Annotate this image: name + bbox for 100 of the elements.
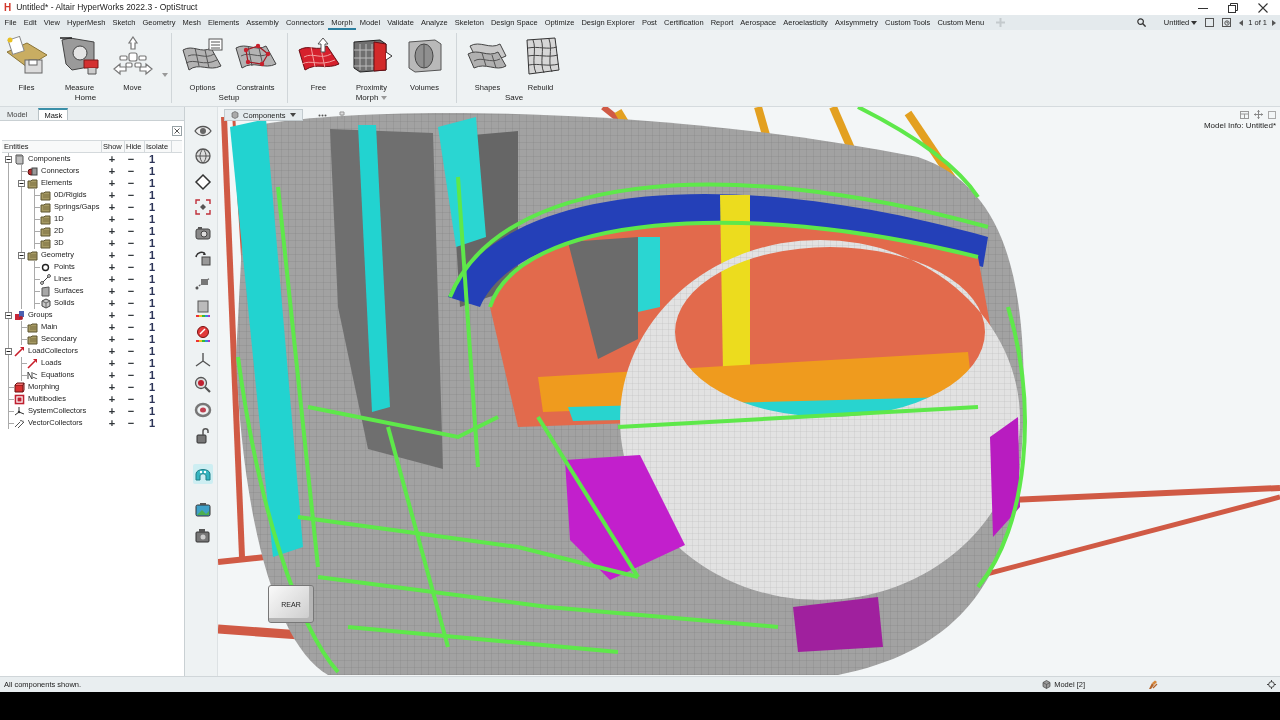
hide-button[interactable]: − [125, 225, 137, 237]
show-button[interactable]: + [106, 189, 118, 201]
hide-button[interactable]: − [125, 153, 137, 165]
square-icon[interactable] [1205, 18, 1215, 27]
show-button[interactable]: + [106, 153, 118, 165]
isolate-button[interactable]: 1 [146, 189, 158, 201]
show-button[interactable]: + [106, 345, 118, 357]
pin-icon[interactable] [338, 111, 346, 119]
hide-button[interactable]: − [125, 297, 137, 309]
hide-button[interactable]: − [125, 177, 137, 189]
isolate-button[interactable]: 1 [146, 345, 158, 357]
hide-button[interactable]: − [125, 417, 137, 429]
hide-button[interactable]: − [125, 285, 137, 297]
show-button[interactable]: + [106, 333, 118, 345]
hide-button[interactable]: − [125, 405, 137, 417]
restore-icon[interactable] [1228, 2, 1238, 13]
show-button[interactable]: + [106, 237, 118, 249]
next-page-icon[interactable] [1272, 19, 1276, 26]
isolate-button[interactable]: 1 [146, 237, 158, 249]
prev-page-icon[interactable] [1239, 19, 1244, 26]
window-title: Untitled* - Altair HyperWorks 2022.3 - OptiStruct [16, 2, 198, 13]
hide-button[interactable]: − [125, 249, 137, 261]
isolate-button[interactable]: 1 [146, 153, 158, 165]
globe-icon[interactable] [192, 146, 213, 167]
isolate-button[interactable]: 1 [146, 309, 158, 321]
show-button[interactable]: + [106, 225, 118, 237]
close-icon[interactable] [172, 125, 182, 136]
isolate-button[interactable]: 1 [146, 405, 158, 417]
brush-icon[interactable] [1148, 679, 1158, 690]
hide-button[interactable]: − [125, 237, 137, 249]
arch-icon[interactable] [192, 464, 213, 485]
show-button[interactable]: + [106, 261, 118, 273]
close-icon[interactable] [1258, 2, 1268, 13]
show-button[interactable]: + [106, 201, 118, 213]
isolate-button[interactable]: 1 [146, 357, 158, 369]
isolate-button[interactable]: 1 [146, 297, 158, 309]
isolate-button[interactable]: 1 [146, 417, 158, 429]
show-button[interactable]: + [106, 369, 118, 381]
show-button[interactable]: + [106, 321, 118, 333]
hide-button[interactable]: − [125, 201, 137, 213]
hide-button[interactable]: − [125, 261, 137, 273]
show-button[interactable]: + [106, 213, 118, 225]
show-button[interactable]: + [106, 273, 118, 285]
hide-button[interactable]: − [125, 189, 137, 201]
hide-button[interactable]: − [125, 309, 137, 321]
hide-button[interactable]: − [125, 369, 137, 381]
collapse-icon[interactable] [17, 179, 25, 187]
hide-button[interactable]: − [125, 357, 137, 369]
show-button[interactable]: + [106, 417, 118, 429]
pan-icon[interactable] [1254, 110, 1263, 119]
isolate-button[interactable]: 1 [146, 393, 158, 405]
collapse-icon[interactable] [4, 311, 12, 319]
collapse-icon[interactable] [17, 251, 25, 259]
hide-button[interactable]: − [125, 345, 137, 357]
diamond-icon[interactable] [192, 171, 213, 192]
isolate-button[interactable]: 1 [146, 285, 158, 297]
show-button[interactable]: + [106, 285, 118, 297]
crosshair-icon[interactable] [1267, 680, 1276, 689]
isolate-button[interactable]: 1 [146, 249, 158, 261]
isolate-button[interactable]: 1 [146, 273, 158, 285]
show-button[interactable]: + [106, 405, 118, 417]
hide-button[interactable]: − [125, 381, 137, 393]
isolate-button[interactable]: 1 [146, 333, 158, 345]
more-icon[interactable] [318, 114, 327, 117]
search-icon[interactable] [1136, 18, 1146, 27]
isolate-button[interactable]: 1 [146, 165, 158, 177]
hide-button[interactable]: − [125, 321, 137, 333]
isolate-button[interactable]: 1 [146, 381, 158, 393]
show-button[interactable]: + [106, 249, 118, 261]
isolate-button[interactable]: 1 [146, 321, 158, 333]
layout-icon[interactable] [1240, 111, 1249, 119]
show-button[interactable]: + [106, 297, 118, 309]
hide-button[interactable]: − [125, 273, 137, 285]
magnifier-icon[interactable] [192, 374, 213, 395]
isolate-button[interactable]: 1 [146, 369, 158, 381]
files-icon [4, 36, 49, 76]
show-button[interactable]: + [106, 177, 118, 189]
history-icon[interactable] [1222, 18, 1232, 27]
isolate-button[interactable]: 1 [146, 177, 158, 189]
isolate-button[interactable]: 1 [146, 225, 158, 237]
show-button[interactable]: + [106, 165, 118, 177]
show-button[interactable]: + [106, 381, 118, 393]
isolate-button[interactable]: 1 [146, 201, 158, 213]
collapse-icon[interactable] [4, 347, 12, 355]
hide-button[interactable]: − [125, 393, 137, 405]
model-info: Model Info: Untitled* [1203, 121, 1276, 130]
focus-icon[interactable] [192, 197, 213, 218]
ribbon-group-label: Save [504, 93, 524, 103]
isolate-button[interactable]: 1 [146, 261, 158, 273]
show-button[interactable]: + [106, 357, 118, 369]
folder-icon [27, 321, 38, 333]
collapse-icon[interactable] [4, 155, 12, 163]
show-button[interactable]: + [106, 309, 118, 321]
hide-button[interactable]: − [125, 213, 137, 225]
isolate-button[interactable]: 1 [146, 213, 158, 225]
show-button[interactable]: + [106, 393, 118, 405]
plug-icon [27, 165, 38, 177]
app-logo: H [4, 2, 12, 13]
hide-button[interactable]: − [125, 333, 137, 345]
hide-button[interactable]: − [125, 165, 137, 177]
